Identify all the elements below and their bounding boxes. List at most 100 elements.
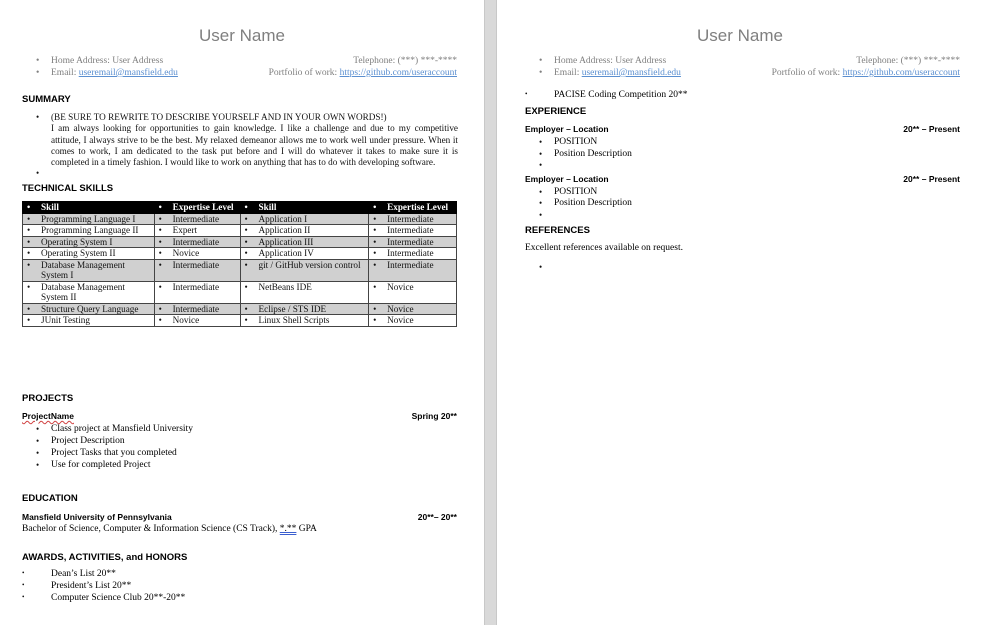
resume-name: User Name (697, 26, 783, 45)
references-heading: REFERENCES (525, 225, 590, 236)
skill-cell: • git / GitHub version control (239, 258, 370, 282)
expertise-cell: • Novice (368, 314, 457, 327)
table-row: • Operating System I • Intermediate • Applica… (22, 235, 457, 248)
expertise-cell: • Intermediate (368, 224, 457, 237)
bullet-icon: • (244, 315, 248, 325)
table-row: • Database Management System I • Intermedia… (22, 258, 457, 282)
expertise-cell: • Intermediate (153, 258, 241, 282)
expertise-cell-text: Expert (172, 225, 198, 235)
bullet-icon: • (373, 236, 377, 247)
expertise-cell: • Intermediate (153, 212, 241, 225)
bullet-icon: • (158, 315, 162, 325)
bullet-icon: • (158, 248, 162, 258)
bullet-icon: • (27, 213, 31, 224)
bullet-icon: • (27, 248, 31, 258)
degree-text: Bachelor of Science, Computer & Informat… (22, 524, 280, 534)
page-gutter (484, 0, 497, 625)
bullet-icon: • (373, 213, 377, 224)
bullet-icon: • (373, 281, 377, 292)
bullet-icon: • (27, 281, 31, 292)
bullet-icon: • (244, 248, 248, 258)
skill-cell: • Application I (239, 212, 370, 225)
portfolio-link[interactable]: https://github.com/useraccount (843, 68, 960, 78)
skill-cell-text: NetBeans IDE (258, 281, 312, 292)
list-item: Dean’s List 20** (51, 569, 116, 579)
skill-cell: • Programming Language I (22, 212, 155, 225)
expertise-cell-text: Novice (387, 315, 414, 325)
skills-header-row: • Skill • Expertise Level • Skill • Expertise L… (22, 201, 457, 214)
degree-line: Bachelor of Science, Computer & Informat… (22, 524, 317, 534)
table-row: • Programming Language II • Expert • Applicat… (22, 224, 457, 237)
resume-page-1: User Name • Home Address: User Address T… (0, 0, 484, 625)
bullet-icon: • (539, 210, 543, 220)
experience-heading: EXPERIENCE (525, 106, 587, 117)
skill-cell-text: JUnit Testing (41, 315, 90, 325)
list-item: Class project at Mansfield University (51, 424, 193, 434)
list-item: President’s List 20** (51, 581, 132, 591)
email-line: Email: useremail@mansfield.edu (51, 68, 178, 78)
bullet-icon: • (373, 315, 377, 325)
bullet-icon: • (539, 187, 543, 197)
skill-cell-text: Application I (258, 213, 308, 224)
portfolio-link[interactable]: https://github.com/useraccount (340, 68, 457, 78)
expertise-cell-text: Intermediate (387, 236, 434, 247)
education-heading: EDUCATION (22, 493, 78, 504)
expertise-cell: • Intermediate (153, 235, 241, 248)
bullet-icon: • (244, 202, 248, 212)
portfolio-line: Portfolio of work: https://github.com/us… (772, 68, 960, 78)
list-item: Computer Science Club 20**-20** (51, 593, 186, 603)
bullet-icon: • (539, 149, 543, 159)
skill-cell-text: Database Management System II (41, 281, 125, 303)
bullet-icon: • (158, 259, 162, 270)
expertise-cell: • Novice (153, 247, 241, 260)
skills-header-cell-text: Expertise Level (172, 202, 234, 212)
expertise-cell-text: Novice (387, 303, 414, 314)
job-description: Position Description (554, 198, 632, 208)
bullet-icon: • (158, 202, 162, 212)
expertise-cell: • Expert (153, 224, 241, 237)
skill-cell: • Linux Shell Scripts (239, 314, 370, 327)
bullet-icon: • (27, 315, 31, 325)
project-date: Spring 20** (411, 411, 457, 421)
bullet-icon: • (36, 436, 40, 446)
bullet-icon: • (36, 168, 40, 178)
expertise-cell: • Intermediate (368, 235, 457, 248)
bullet-icon: • (244, 281, 248, 292)
skill-cell: • JUnit Testing (22, 314, 155, 327)
skills-header-cell-text: Skill (258, 202, 277, 212)
bullet-icon: • (22, 581, 25, 589)
skill-cell-text: Programming Language II (41, 225, 139, 235)
skills-header-cell-text: Skill (41, 202, 59, 212)
skill-cell: • Operating System II (22, 247, 155, 260)
bullet-icon: • (36, 448, 40, 458)
email-link[interactable]: useremail@mansfield.edu (582, 68, 681, 78)
bullet-icon: • (373, 225, 377, 235)
skill-cell: • Application IV (239, 247, 370, 260)
list-item: Use for completed Project (51, 460, 151, 470)
portfolio-label: Portfolio of work: (268, 68, 340, 78)
skill-cell-text: git / GitHub version control (258, 259, 361, 270)
skill-cell: • Operating System I (22, 235, 155, 248)
skills-header-cell: • Expertise Level (368, 201, 457, 214)
bullet-icon: • (27, 236, 31, 247)
bullet-icon: • (373, 248, 377, 258)
bullet-icon: • (158, 225, 162, 235)
summary-note: (BE SURE TO REWRITE TO DESCRIBE YOURSELF… (51, 112, 387, 122)
skills-table: • Skill • Expertise Level • Skill • Expertise L… (22, 201, 457, 327)
bullet-icon: • (27, 303, 31, 314)
expertise-cell: • Intermediate (368, 258, 457, 282)
skill-cell: • NetBeans IDE (239, 280, 370, 304)
bullet-icon: • (539, 160, 543, 170)
table-row: • Operating System II • Novice • Application … (22, 247, 457, 260)
bullet-icon: • (22, 569, 25, 577)
references-text: Excellent references available on reques… (525, 243, 683, 253)
job-employer: Employer – Location (525, 174, 609, 184)
skill-cell-text: Operating System II (41, 248, 116, 258)
bullet-icon: • (36, 424, 40, 434)
email-link[interactable]: useremail@mansfield.edu (79, 68, 178, 78)
expertise-cell: • Intermediate (368, 247, 457, 260)
education-dates: 20**– 20** (417, 512, 457, 522)
expertise-cell: • Intermediate (153, 280, 241, 304)
projects-heading: PROJECTS (22, 393, 74, 404)
telephone: Telephone: (***) ***-**** (353, 56, 457, 66)
